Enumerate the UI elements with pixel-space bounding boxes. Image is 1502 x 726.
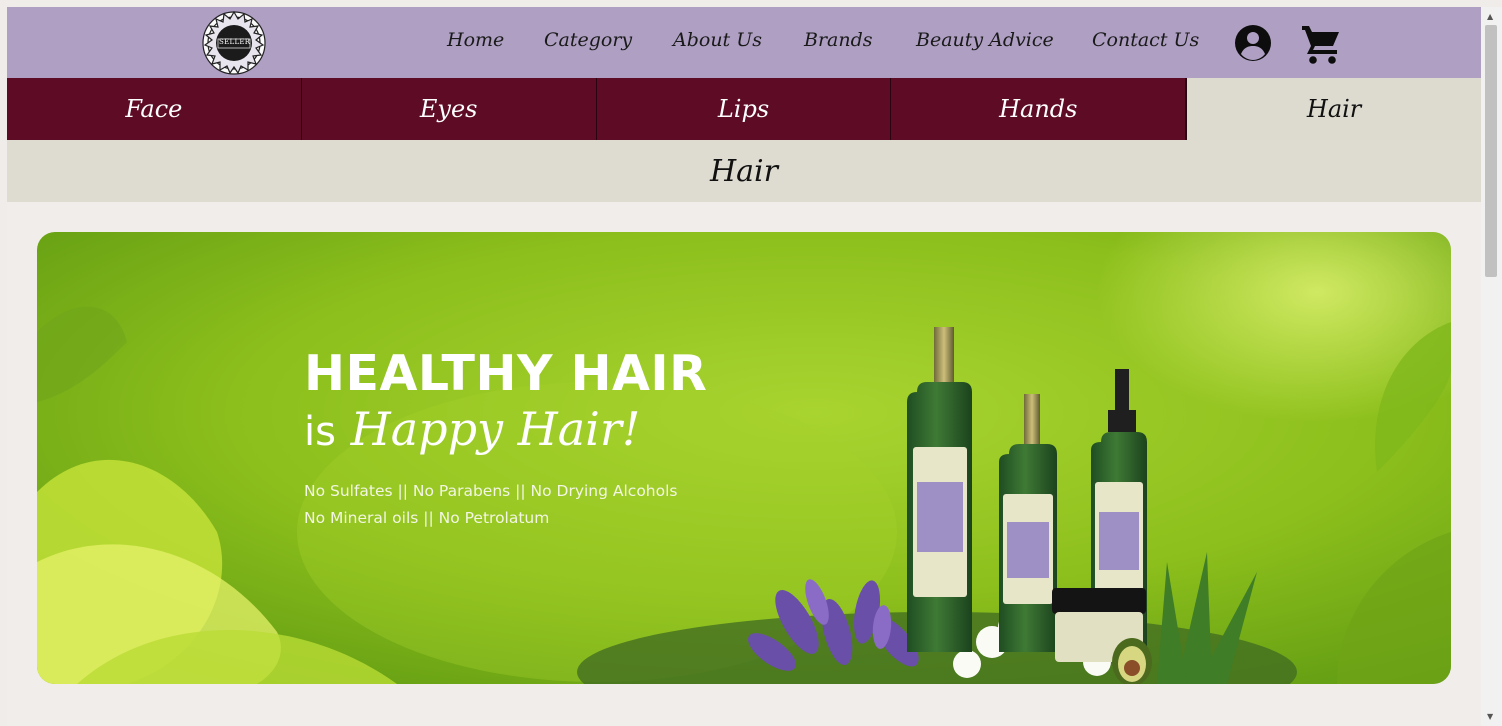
top-navigation: SELLER Home Category About Us Brands Bea… [7,7,1481,78]
logo[interactable]: SELLER [200,9,268,77]
category-tab-hair[interactable]: Hair [1186,78,1481,140]
scroll-up-arrow-icon[interactable]: ▲ [1487,12,1493,21]
nav-link-home[interactable]: Home [447,29,504,51]
vertical-scrollbar[interactable]: ▲ ▼ [1481,7,1502,726]
category-tab-face[interactable]: Face [7,78,302,140]
banner-line-1: No Sulfates || No Parabens || No Drying … [304,482,678,500]
scrollbar-thumb[interactable] [1485,25,1497,277]
banner-background [37,232,1451,684]
section-title: Hair [7,140,1481,202]
category-tab-eyes[interactable]: Eyes [301,78,597,140]
banner-sub-is: is [304,409,336,455]
nav-link-beauty-advice[interactable]: Beauty Advice [916,29,1054,51]
category-tab-hands[interactable]: Hands [891,78,1187,140]
banner-subheadline: is Happy Hair! [304,402,640,456]
banner-headline: HEALTHY HAIR [304,345,708,402]
cart-icon[interactable] [1299,21,1343,65]
banner-sub-happy: Happy Hair! [350,402,641,456]
scroll-down-arrow-icon[interactable]: ▼ [1487,712,1493,721]
hero-banner[interactable]: HEALTHY HAIR is Happy Hair! No Sulfates … [37,232,1451,684]
nav-link-about-us[interactable]: About Us [673,29,762,51]
category-tab-lips[interactable]: Lips [596,78,892,140]
logo-text: SELLER [219,38,251,46]
nav-link-contact-us[interactable]: Contact Us [1092,29,1199,51]
banner-line-2: No Mineral oils || No Petrolatum [304,509,550,527]
category-bar: Face Eyes Lips Hands Hair [7,78,1481,140]
page: SELLER Home Category About Us Brands Bea… [7,7,1481,726]
nav-link-category[interactable]: Category [544,29,632,51]
nav-link-brands[interactable]: Brands [804,29,873,51]
user-icon[interactable] [1233,23,1273,63]
